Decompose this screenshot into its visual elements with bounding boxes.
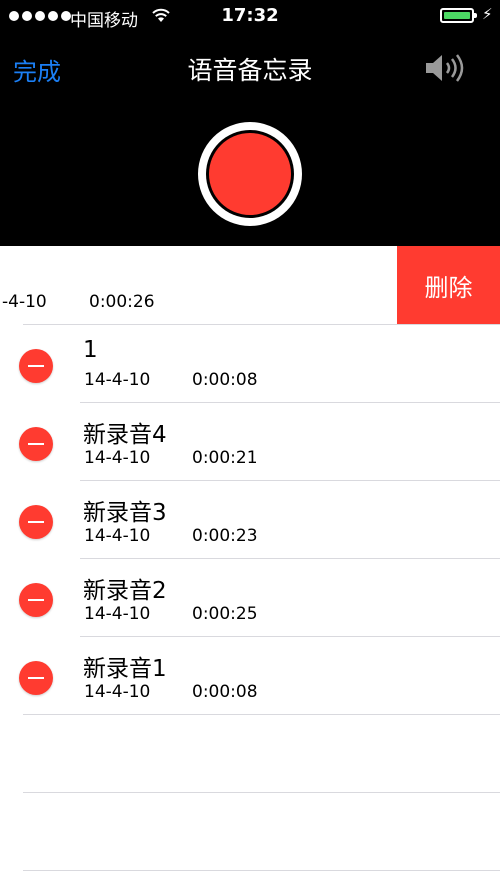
recording-date: 14-4-10	[84, 682, 151, 702]
recording-name: 新录音1	[83, 656, 167, 682]
recording-name: 新录音4	[83, 422, 167, 448]
row-divider	[23, 870, 500, 871]
recording-name: 1	[83, 337, 98, 363]
navigation-bar: 完成 语音备忘录	[0, 44, 500, 88]
recording-date: 14-4-10	[84, 604, 151, 624]
recording-row[interactable]: 新录音3 14-4-10 0:00:23	[0, 480, 500, 558]
record-button[interactable]	[198, 122, 302, 226]
recording-date: 14-4-10	[84, 448, 151, 468]
speaker-icon[interactable]	[424, 52, 468, 84]
row-divider	[23, 792, 500, 793]
recording-row[interactable]: 新录音4 14-4-10 0:00:21	[0, 402, 500, 480]
charging-bolt-icon: ⚡	[482, 5, 493, 23]
header-area: 中国移动 17:32 ⚡ 完成 语音备忘录	[0, 0, 500, 246]
recording-duration: 0:00:26	[89, 292, 155, 312]
record-icon	[209, 133, 291, 215]
row-divider	[23, 714, 500, 715]
recording-row[interactable]: 新录音2 14-4-10 0:00:25	[0, 558, 500, 636]
recording-row[interactable]: 新录音1 14-4-10 0:00:08	[0, 636, 500, 714]
battery-icon	[440, 8, 477, 23]
recording-date: 14-4-10	[84, 526, 151, 546]
recording-name: 新录音3	[83, 500, 167, 526]
delete-minus-icon[interactable]	[19, 661, 53, 695]
delete-minus-icon[interactable]	[19, 505, 53, 539]
delete-minus-icon[interactable]	[19, 583, 53, 617]
swiped-recording-row[interactable]: -4-10 0:00:26 删除	[0, 246, 500, 324]
delete-button[interactable]: 删除	[397, 246, 500, 324]
status-bar: 中国移动 17:32 ⚡	[0, 0, 500, 32]
delete-minus-icon[interactable]	[19, 349, 53, 383]
status-time: 17:32	[221, 5, 279, 26]
recording-duration: 0:00:21	[192, 448, 258, 468]
recording-name: 新录音2	[83, 578, 167, 604]
delete-minus-icon[interactable]	[19, 427, 53, 461]
recording-duration: 0:00:25	[192, 604, 258, 624]
recording-date: -4-10	[2, 292, 47, 312]
recording-duration: 0:00:08	[192, 370, 258, 390]
recording-row[interactable]: 1 14-4-10 0:00:08	[0, 324, 500, 402]
recording-duration: 0:00:23	[192, 526, 258, 546]
recording-duration: 0:00:08	[192, 682, 258, 702]
recording-date: 14-4-10	[84, 370, 151, 390]
